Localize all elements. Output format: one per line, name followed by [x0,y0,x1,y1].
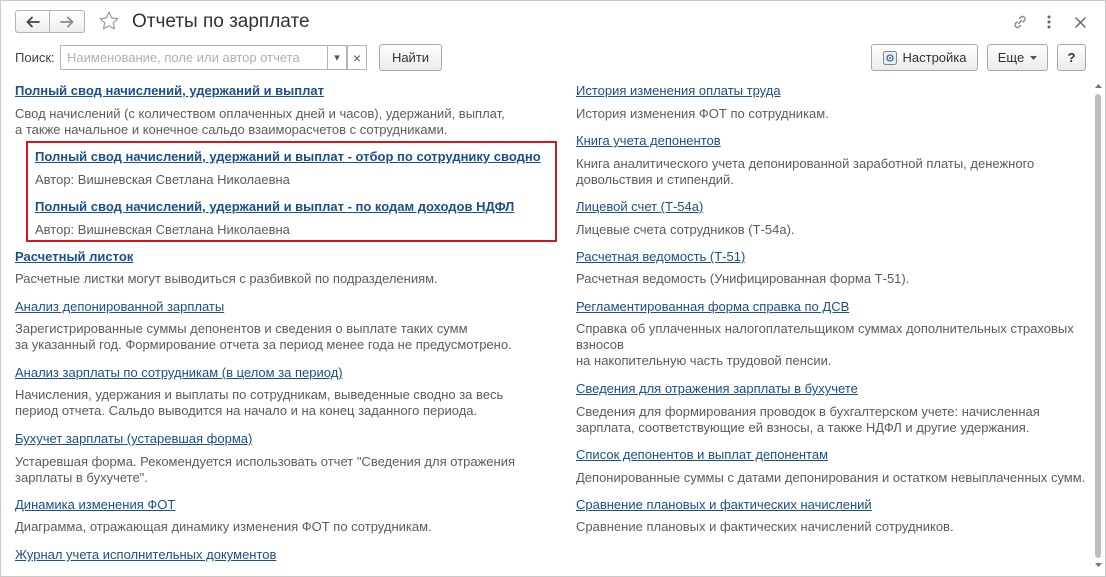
chevron-down-icon: ▾ [334,52,340,64]
more-vertical-icon [1047,15,1051,29]
help-button[interactable]: ? [1057,44,1086,71]
report-link-dsv-certificate[interactable]: Регламентированная форма справка по ДСВ [576,299,849,314]
report-description: зарплаты в бухучете". [15,470,148,485]
settings-button-label: Настройка [902,50,967,65]
report-link-salary-accounting-legacy[interactable]: Бухучет зарплаты (устаревшая форма) [15,431,252,446]
settings-icon [882,50,897,65]
report-link-depositors-book[interactable]: Книга учета депонентов [576,133,721,148]
clear-icon: × [352,49,362,66]
back-button[interactable] [15,10,50,33]
report-description: взносов [576,337,624,352]
report-description: довольствия и стипендий. [576,172,734,187]
report-link-salary-analysis-by-employee[interactable]: Анализ зарплаты по сотрудникам (в целом … [15,365,343,380]
close-icon [1074,16,1086,28]
report-description: Справка об уплаченных налогоплательщиком… [576,321,1074,336]
report-description: История изменения ФОТ по сотрудникам. [576,106,829,121]
report-description: за указанный год. Формирование отчета за… [15,337,512,352]
more-button-label: Еще [997,50,1025,65]
report-link-payslip[interactable]: Расчетный листок [15,249,133,264]
search-label: Поиск: [15,50,55,65]
close-button[interactable] [1067,9,1093,35]
help-icon: ? [1067,50,1076,65]
report-link-payroll-sheet-t51[interactable]: Расчетная ведомость (Т-51) [576,249,745,264]
report-description: Начисления, удержания и выплаты по сотру… [15,387,504,402]
report-link-depositors-list[interactable]: Список депонентов и выплат депонентам [576,447,828,462]
scroll-up-icon [1094,84,1102,88]
search-clear-button[interactable]: × [347,45,367,70]
report-description: Сравнение плановых и фактических начисле… [576,519,954,534]
report-description: Лицевые счета сотрудников (Т-54а). [576,222,795,237]
more-button[interactable]: Еще [987,44,1048,71]
report-description: Книга аналитического учета депонированно… [576,156,1035,171]
report-link-payroll-dynamics[interactable]: Динамика изменения ФОТ [15,497,175,512]
report-link-enforcement-documents-journal[interactable]: Журнал учета исполнительных документов [15,547,276,562]
highlight-frame [26,141,557,242]
more-actions-button[interactable] [1036,9,1062,35]
search-input[interactable] [61,46,328,69]
report-description: Сведения для формирования проводок в бух… [576,404,1040,419]
scroll-up-button[interactable] [1093,81,1103,91]
arrow-left-icon [26,16,40,27]
report-description: Диаграмма, отражающая динамику изменения… [15,519,432,534]
settings-button[interactable]: Настройка [871,44,978,71]
search-dropdown-button[interactable]: ▾ [327,45,347,70]
scroll-down-button[interactable] [1093,560,1103,570]
report-description: Расчетная ведомость (Унифицированная фор… [576,271,910,286]
scroll-down-icon [1094,563,1102,567]
report-description: Расчетные листки могут выводиться с разб… [15,271,438,286]
link-icon [1014,15,1026,29]
report-description: Депонированные суммы с датами депонирова… [576,470,1086,485]
page-title: Отчеты по зарплате [132,11,310,32]
search-field[interactable] [60,45,328,70]
report-description: зарплата, соответствующие ей взносы, а т… [576,420,1030,435]
report-link-pay-history[interactable]: История изменения оплаты труда [576,83,781,98]
report-link-deposited-salary-analysis[interactable]: Анализ депонированной зарплаты [15,299,224,314]
report-link-personal-account-t54a[interactable]: Лицевой счет (Т-54а) [576,199,703,214]
scrollbar-thumb[interactable] [1095,94,1101,558]
report-description: Свод начислений (с количеством оплаченны… [15,106,505,121]
report-description: на накопительную часть трудовой пенсии. [576,353,832,368]
report-link-salary-accounting-data[interactable]: Сведения для отражения зарплаты в бухуче… [576,381,858,396]
report-description: период отчета. Сальдо выводится на начал… [15,403,478,418]
arrow-right-icon [60,16,74,27]
find-button[interactable]: Найти [379,44,442,71]
report-description: а также начальное и конечное сальдо взаи… [15,122,448,137]
copy-link-button[interactable] [1007,9,1033,35]
forward-button[interactable] [50,10,85,33]
report-window: Отчеты по зарплате Поиск: ▾ × Найти Наст… [0,0,1106,577]
favorite-button[interactable] [97,9,121,33]
report-description: Устаревшая форма. Рекомендуется использо… [15,454,516,469]
star-icon [99,11,119,30]
find-button-label: Найти [391,50,430,65]
report-link-planned-vs-actual[interactable]: Сравнение плановых и фактических начисле… [576,497,872,512]
report-link-full-summary[interactable]: Полный свод начислений, удержаний и выпл… [15,83,324,98]
caret-down-icon [1030,55,1038,60]
report-description: Зарегистрированные суммы депонентов и св… [15,321,468,336]
